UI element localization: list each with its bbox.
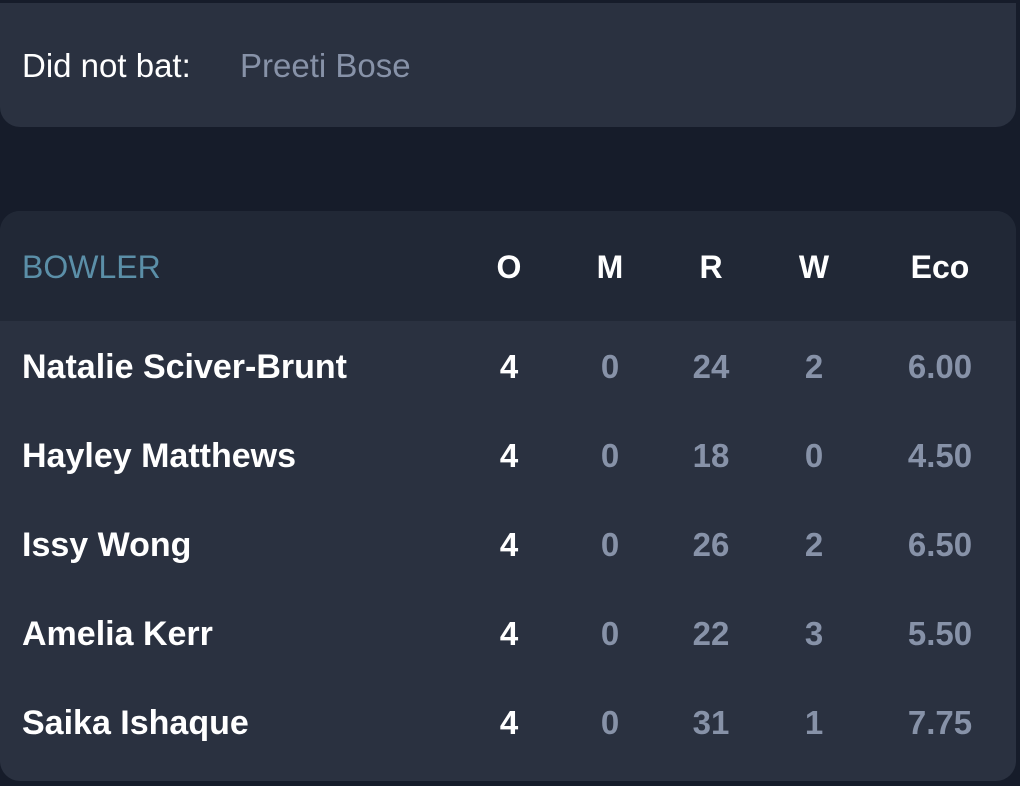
cell-runs: 18 [692,437,730,474]
bowler-name[interactable]: Issy Wong [22,526,191,565]
bowler-name[interactable]: Saika Ishaque [22,704,249,743]
bowling-table-header: BOWLER O M R W Eco [0,211,1016,321]
cell-wickets: 3 [804,615,824,652]
header-wickets: W [798,249,830,285]
cell-economy: 7.75 [907,704,973,741]
bowling-table: BOWLER O M R W Eco Natalie Sciver-Brunt 4… [0,211,1016,781]
table-row: Saika Ishaque 4 0 31 1 7.75 [0,677,1016,766]
table-row: Natalie Sciver-Brunt 4 0 24 2 6.00 [0,321,1016,410]
cell-runs: 26 [692,526,730,563]
cell-wickets: 0 [804,437,824,474]
did-not-bat-card: Did not bat: Preeti Bose [0,3,1016,127]
table-row: Amelia Kerr 4 0 22 3 5.50 [0,588,1016,677]
cell-economy: 6.00 [907,348,973,385]
header-runs: R [699,249,723,285]
cell-runs: 24 [692,348,730,385]
cell-wickets: 2 [804,526,824,563]
bowler-name[interactable]: Natalie Sciver-Brunt [22,348,347,387]
table-row: Hayley Matthews 4 0 18 0 4.50 [0,410,1016,499]
cell-runs: 22 [692,615,730,652]
header-economy: Eco [910,249,970,285]
cell-economy: 6.50 [907,526,973,563]
header-bowler: BOWLER [22,249,161,285]
did-not-bat-players[interactable]: Preeti Bose [240,47,411,85]
table-row: Issy Wong 4 0 26 2 6.50 [0,499,1016,588]
cell-wickets: 1 [804,704,824,741]
cell-runs: 31 [692,704,730,741]
did-not-bat-label: Did not bat: [22,47,191,84]
bowler-name[interactable]: Amelia Kerr [22,615,213,654]
cell-economy: 5.50 [907,615,973,652]
cell-wickets: 2 [804,348,824,385]
bowler-name[interactable]: Hayley Matthews [22,437,296,476]
cell-economy: 4.50 [907,437,973,474]
